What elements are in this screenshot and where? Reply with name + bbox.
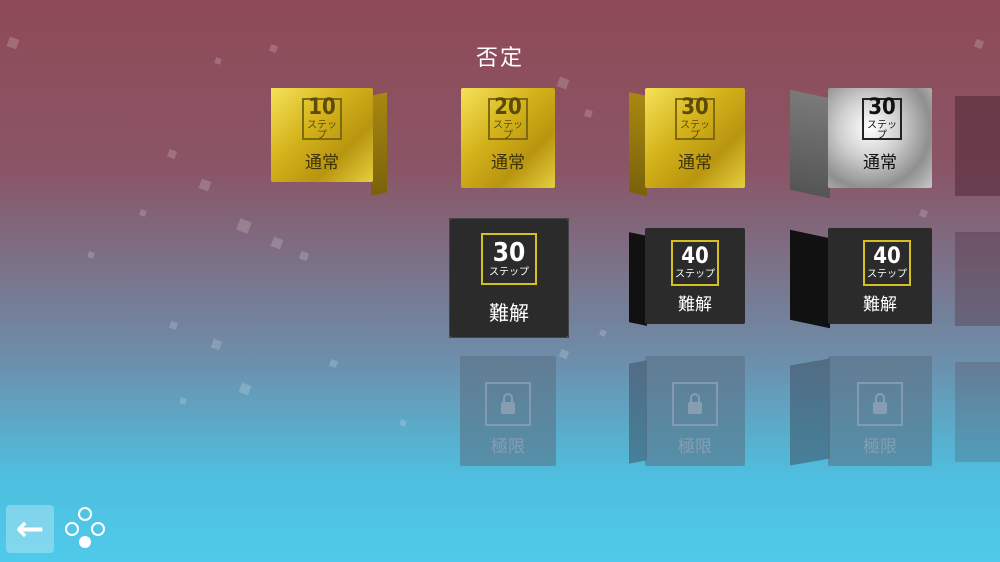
tier-label: 通常 bbox=[863, 153, 897, 173]
page-title: 否定 bbox=[475, 46, 524, 71]
level-cube-normal-30-cleared[interactable]: 30 ステップ 通常 bbox=[790, 88, 936, 199]
step-count: 30 bbox=[681, 95, 709, 120]
level-cube-extreme-locked: 極限 bbox=[460, 356, 556, 466]
step-badge: 20 ステップ bbox=[488, 95, 528, 141]
step-unit: ステップ bbox=[489, 267, 529, 278]
step-badge: 30 ステップ bbox=[481, 233, 537, 285]
step-unit: ステップ bbox=[867, 120, 897, 141]
arrow-left-icon: ← bbox=[15, 509, 45, 549]
level-cube-normal-30[interactable]: 30 ステップ 通常 bbox=[629, 88, 747, 196]
lock-icon bbox=[688, 393, 702, 414]
step-count: 30 bbox=[492, 238, 526, 268]
network-icon[interactable] bbox=[62, 505, 108, 551]
tier-label: 難解 bbox=[678, 295, 712, 315]
step-unit: ステップ bbox=[675, 269, 715, 280]
level-cube-hard-30[interactable]: 30 ステップ 難解 bbox=[449, 218, 569, 338]
step-count: 30 bbox=[868, 95, 896, 120]
tier-label: 極限 bbox=[678, 437, 712, 457]
back-button[interactable]: ← bbox=[6, 505, 54, 553]
lock-icon bbox=[873, 393, 887, 414]
offscreen-cube bbox=[955, 96, 1000, 196]
step-count: 40 bbox=[681, 244, 709, 269]
step-badge: 40 ステップ bbox=[863, 240, 911, 286]
lock-badge bbox=[857, 382, 903, 426]
step-badge: 30 ステップ bbox=[675, 95, 715, 141]
lock-badge bbox=[485, 382, 531, 426]
offscreen-cube bbox=[955, 362, 1000, 462]
tier-label: 難解 bbox=[489, 301, 529, 325]
step-badge: 10 ステップ bbox=[302, 95, 342, 141]
tier-label: 極限 bbox=[863, 437, 897, 457]
tier-label: 難解 bbox=[863, 295, 897, 315]
offscreen-cube bbox=[955, 232, 1000, 326]
tier-label: 通常 bbox=[491, 153, 525, 173]
lock-badge bbox=[672, 382, 718, 426]
step-unit: ステップ bbox=[493, 120, 523, 141]
level-cube-hard-40[interactable]: 40 ステップ 難解 bbox=[629, 228, 747, 328]
step-badge: 30 ステップ bbox=[862, 95, 902, 141]
step-count: 10 bbox=[308, 95, 336, 120]
step-unit: ステップ bbox=[680, 120, 710, 141]
step-count: 20 bbox=[494, 95, 522, 120]
level-cube-hard-40b[interactable]: 40 ステップ 難解 bbox=[790, 228, 936, 329]
tier-label: 極限 bbox=[491, 437, 525, 457]
tier-label: 通常 bbox=[678, 153, 712, 173]
level-cube-normal-10[interactable]: 10 ステップ 通常 bbox=[271, 88, 389, 196]
level-cube-normal-20[interactable]: 20 ステップ 通常 bbox=[461, 88, 557, 196]
step-count: 40 bbox=[873, 244, 901, 269]
level-cube-extreme-locked: 極限 bbox=[629, 356, 747, 466]
step-unit: ステップ bbox=[307, 120, 337, 141]
lock-icon bbox=[501, 393, 515, 414]
step-badge: 40 ステップ bbox=[671, 240, 719, 286]
tier-label: 通常 bbox=[305, 153, 339, 173]
level-cube-extreme-locked: 極限 bbox=[790, 356, 936, 466]
step-unit: ステップ bbox=[867, 269, 907, 280]
